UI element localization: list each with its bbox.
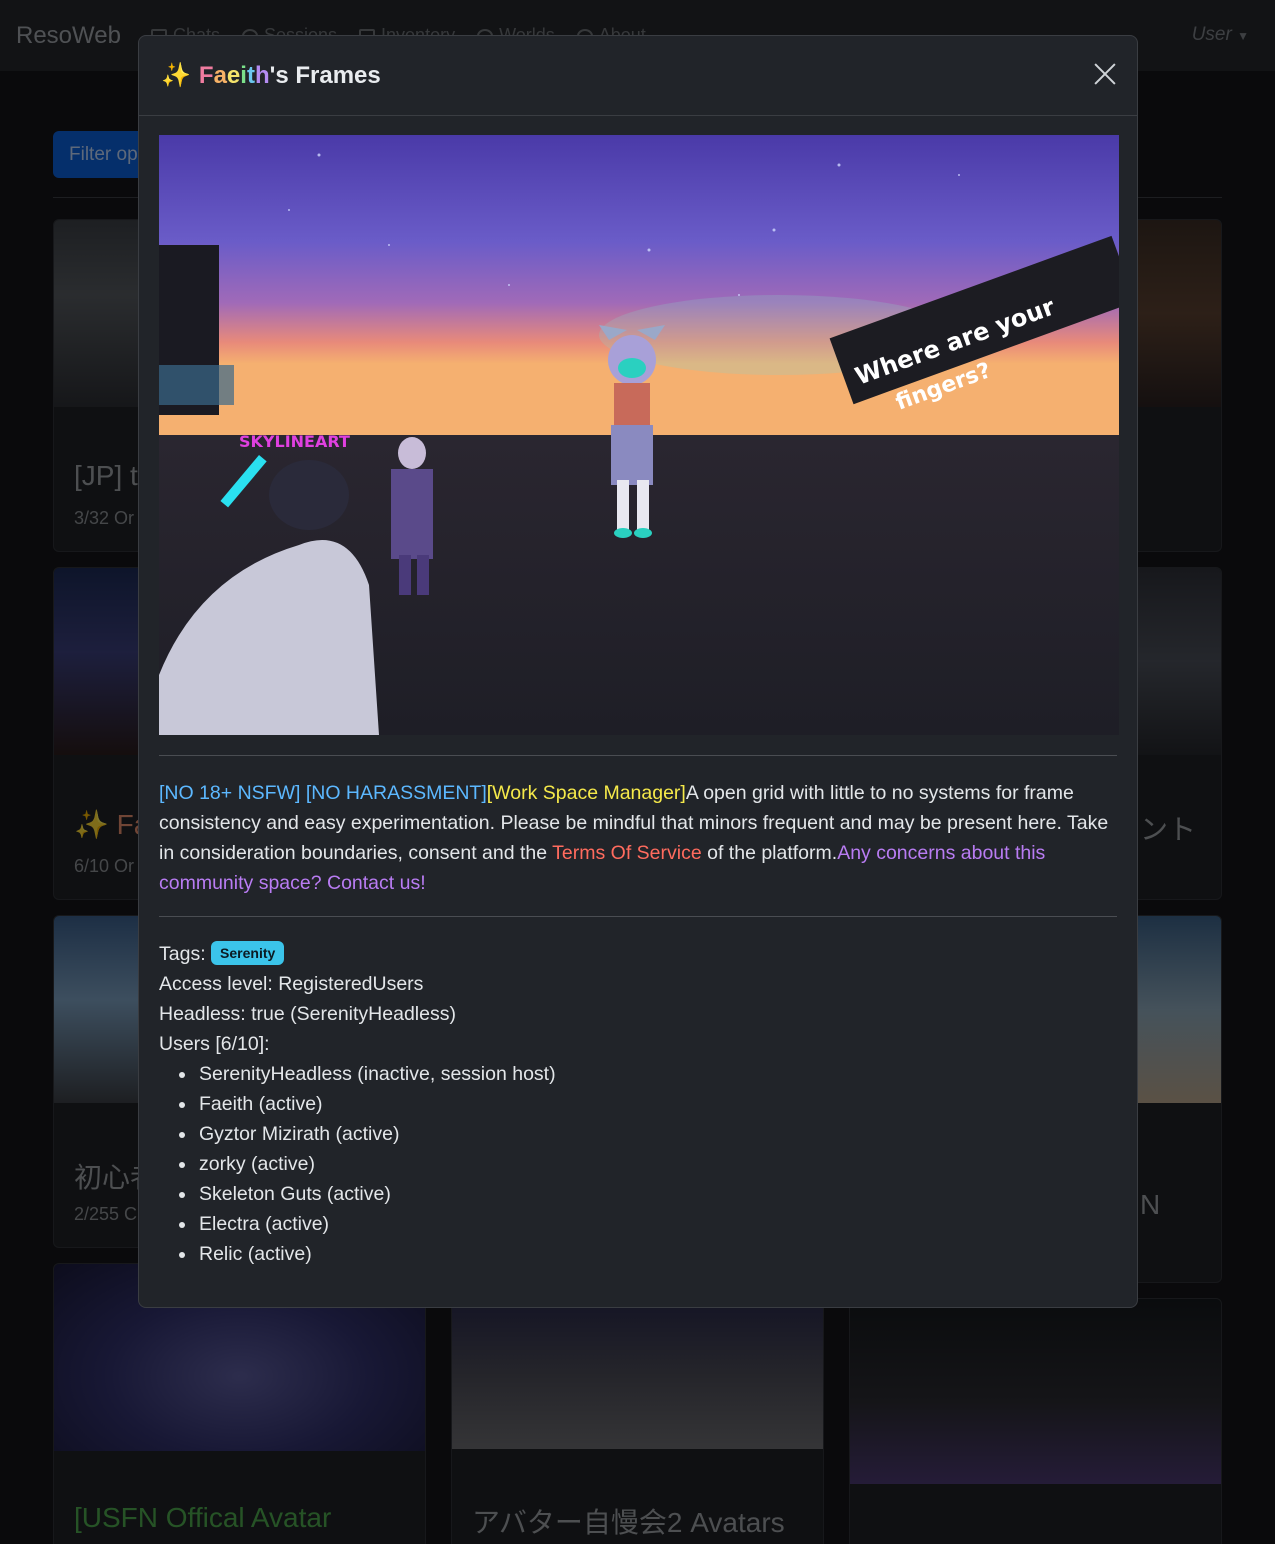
session-scene: Where are your fingers? SKYLINEART <box>159 135 1119 735</box>
list-item: zorky (active) <box>177 1149 1119 1179</box>
svg-text:SKYLINEART: SKYLINEART <box>239 432 350 451</box>
modal-header: ✨ Faeith's Frames <box>139 36 1137 116</box>
tag-badge: Serenity <box>211 941 285 965</box>
divider <box>159 916 1117 917</box>
close-icon[interactable] <box>1091 60 1119 88</box>
sparkles-icon: ✨ <box>161 62 191 89</box>
list-item: Skeleton Guts (active) <box>177 1179 1119 1209</box>
list-item: Faeith (active) <box>177 1089 1119 1119</box>
list-item: SerenityHeadless (inactive, session host… <box>177 1059 1119 1089</box>
users-heading: Users [6/10]: <box>159 1033 270 1055</box>
tags-row: Tags: Serenity <box>159 939 1119 969</box>
list-item: Gyztor Mizirath (active) <box>177 1119 1119 1149</box>
access-level: Access level: RegisteredUsers <box>159 973 424 995</box>
divider <box>159 755 1117 756</box>
session-thumbnail-image: Where are your fingers? SKYLINEART <box>159 135 1119 735</box>
list-item: Relic (active) <box>177 1239 1119 1269</box>
headless-status: Headless: true (SerenityHeadless) <box>159 1003 456 1025</box>
modal-title: ✨ Faeith's Frames <box>161 62 381 89</box>
session-details-modal: ✨ Faeith's Frames Where are your fingers… <box>138 35 1138 1308</box>
user-list: SerenityHeadless (inactive, session host… <box>159 1059 1119 1269</box>
session-info: Tags: Serenity Access level: RegisteredU… <box>159 939 1119 1269</box>
session-description: [NO 18+ NSFW] [NO HARASSMENT][Work Space… <box>159 782 1109 894</box>
list-item: Electra (active) <box>177 1209 1119 1239</box>
terms-of-service-link[interactable]: Terms Of Service <box>552 842 702 864</box>
